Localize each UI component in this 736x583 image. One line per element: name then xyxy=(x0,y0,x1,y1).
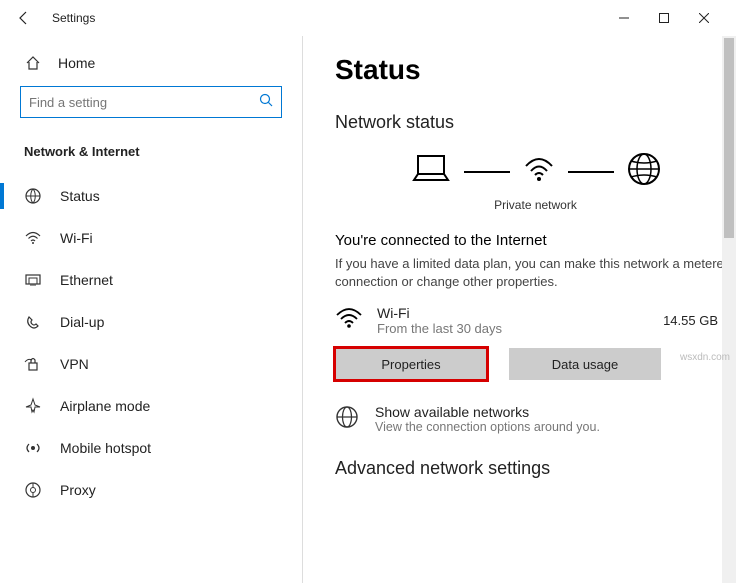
connected-heading: You're connected to the Internet xyxy=(335,232,736,249)
properties-button[interactable]: Properties xyxy=(335,348,487,380)
show-networks-title: Show available networks xyxy=(375,404,600,420)
wifi-icon xyxy=(522,152,556,191)
page-title: Status xyxy=(335,54,736,86)
sidebar-item-label: Wi-Fi xyxy=(60,230,93,246)
airplane-icon xyxy=(24,397,42,415)
hotspot-icon xyxy=(24,439,42,457)
diagram-line xyxy=(568,171,614,173)
connected-body: If you have a limited data plan, you can… xyxy=(335,255,736,291)
sidebar-item-label: Status xyxy=(60,188,100,204)
sidebar-item-label: VPN xyxy=(60,356,89,372)
connection-name: Wi-Fi xyxy=(377,305,502,321)
globe-icon xyxy=(626,151,662,192)
search-input[interactable] xyxy=(29,95,259,110)
main-panel: Status Network status Private network Yo… xyxy=(303,36,736,583)
close-icon xyxy=(699,13,709,23)
search-box[interactable] xyxy=(20,86,282,118)
sidebar-category: Network & Internet xyxy=(0,118,302,175)
status-icon xyxy=(24,187,42,205)
data-usage-button[interactable]: Data usage xyxy=(509,348,661,380)
sidebar-home-label: Home xyxy=(58,55,95,71)
minimize-icon xyxy=(619,13,629,23)
advanced-heading: Advanced network settings xyxy=(335,458,736,479)
arrow-left-icon xyxy=(17,11,31,25)
sidebar-item-label: Proxy xyxy=(60,482,96,498)
vpn-icon xyxy=(24,355,42,373)
sidebar-item-vpn[interactable]: VPN xyxy=(0,343,302,385)
close-button[interactable] xyxy=(684,4,724,32)
sidebar-item-wifi[interactable]: Wi-Fi xyxy=(0,217,302,259)
sidebar-item-dialup[interactable]: Dial-up xyxy=(0,301,302,343)
sidebar-home[interactable]: Home xyxy=(0,54,302,72)
search-icon xyxy=(259,93,273,112)
content-area: Home Network & Internet Status Wi-Fi Eth… xyxy=(0,36,736,583)
proxy-icon xyxy=(24,481,42,499)
scrollbar-thumb[interactable] xyxy=(724,38,734,238)
back-button[interactable] xyxy=(12,6,36,30)
minimize-button[interactable] xyxy=(604,4,644,32)
scrollbar[interactable] xyxy=(722,36,736,583)
sidebar-item-airplane[interactable]: Airplane mode xyxy=(0,385,302,427)
maximize-button[interactable] xyxy=(644,4,684,32)
section-heading: Network status xyxy=(335,112,736,133)
home-icon xyxy=(24,54,42,72)
show-networks-link[interactable]: Show available networks View the connect… xyxy=(335,404,736,434)
wifi-icon xyxy=(335,306,363,335)
network-diagram xyxy=(335,151,736,192)
wifi-icon xyxy=(24,229,42,247)
watermark: wsxdn.com xyxy=(680,352,730,363)
sidebar-item-label: Ethernet xyxy=(60,272,113,288)
sidebar-item-label: Dial-up xyxy=(60,314,104,330)
diagram-label: Private network xyxy=(335,198,736,212)
show-networks-text: Show available networks View the connect… xyxy=(375,404,600,434)
ethernet-icon xyxy=(24,271,42,289)
sidebar-item-proxy[interactable]: Proxy xyxy=(0,469,302,511)
connection-sub: From the last 30 days xyxy=(377,321,502,336)
globe-icon xyxy=(335,405,359,434)
laptop-icon xyxy=(410,152,452,191)
connection-row: Wi-Fi From the last 30 days 14.55 GB xyxy=(335,305,736,336)
sidebar-item-status[interactable]: Status xyxy=(0,175,302,217)
dialup-icon xyxy=(24,313,42,331)
window-controls xyxy=(604,4,724,32)
show-networks-sub: View the connection options around you. xyxy=(375,420,600,434)
connection-text: Wi-Fi From the last 30 days xyxy=(377,305,502,336)
maximize-icon xyxy=(659,13,669,23)
sidebar-item-ethernet[interactable]: Ethernet xyxy=(0,259,302,301)
button-row: Properties Data usage xyxy=(335,348,736,380)
window-title: Settings xyxy=(52,11,95,25)
sidebar-item-label: Mobile hotspot xyxy=(60,440,151,456)
sidebar: Home Network & Internet Status Wi-Fi Eth… xyxy=(0,36,302,583)
sidebar-item-hotspot[interactable]: Mobile hotspot xyxy=(0,427,302,469)
sidebar-item-label: Airplane mode xyxy=(60,398,150,414)
diagram-line xyxy=(464,171,510,173)
titlebar: Settings xyxy=(0,0,736,36)
